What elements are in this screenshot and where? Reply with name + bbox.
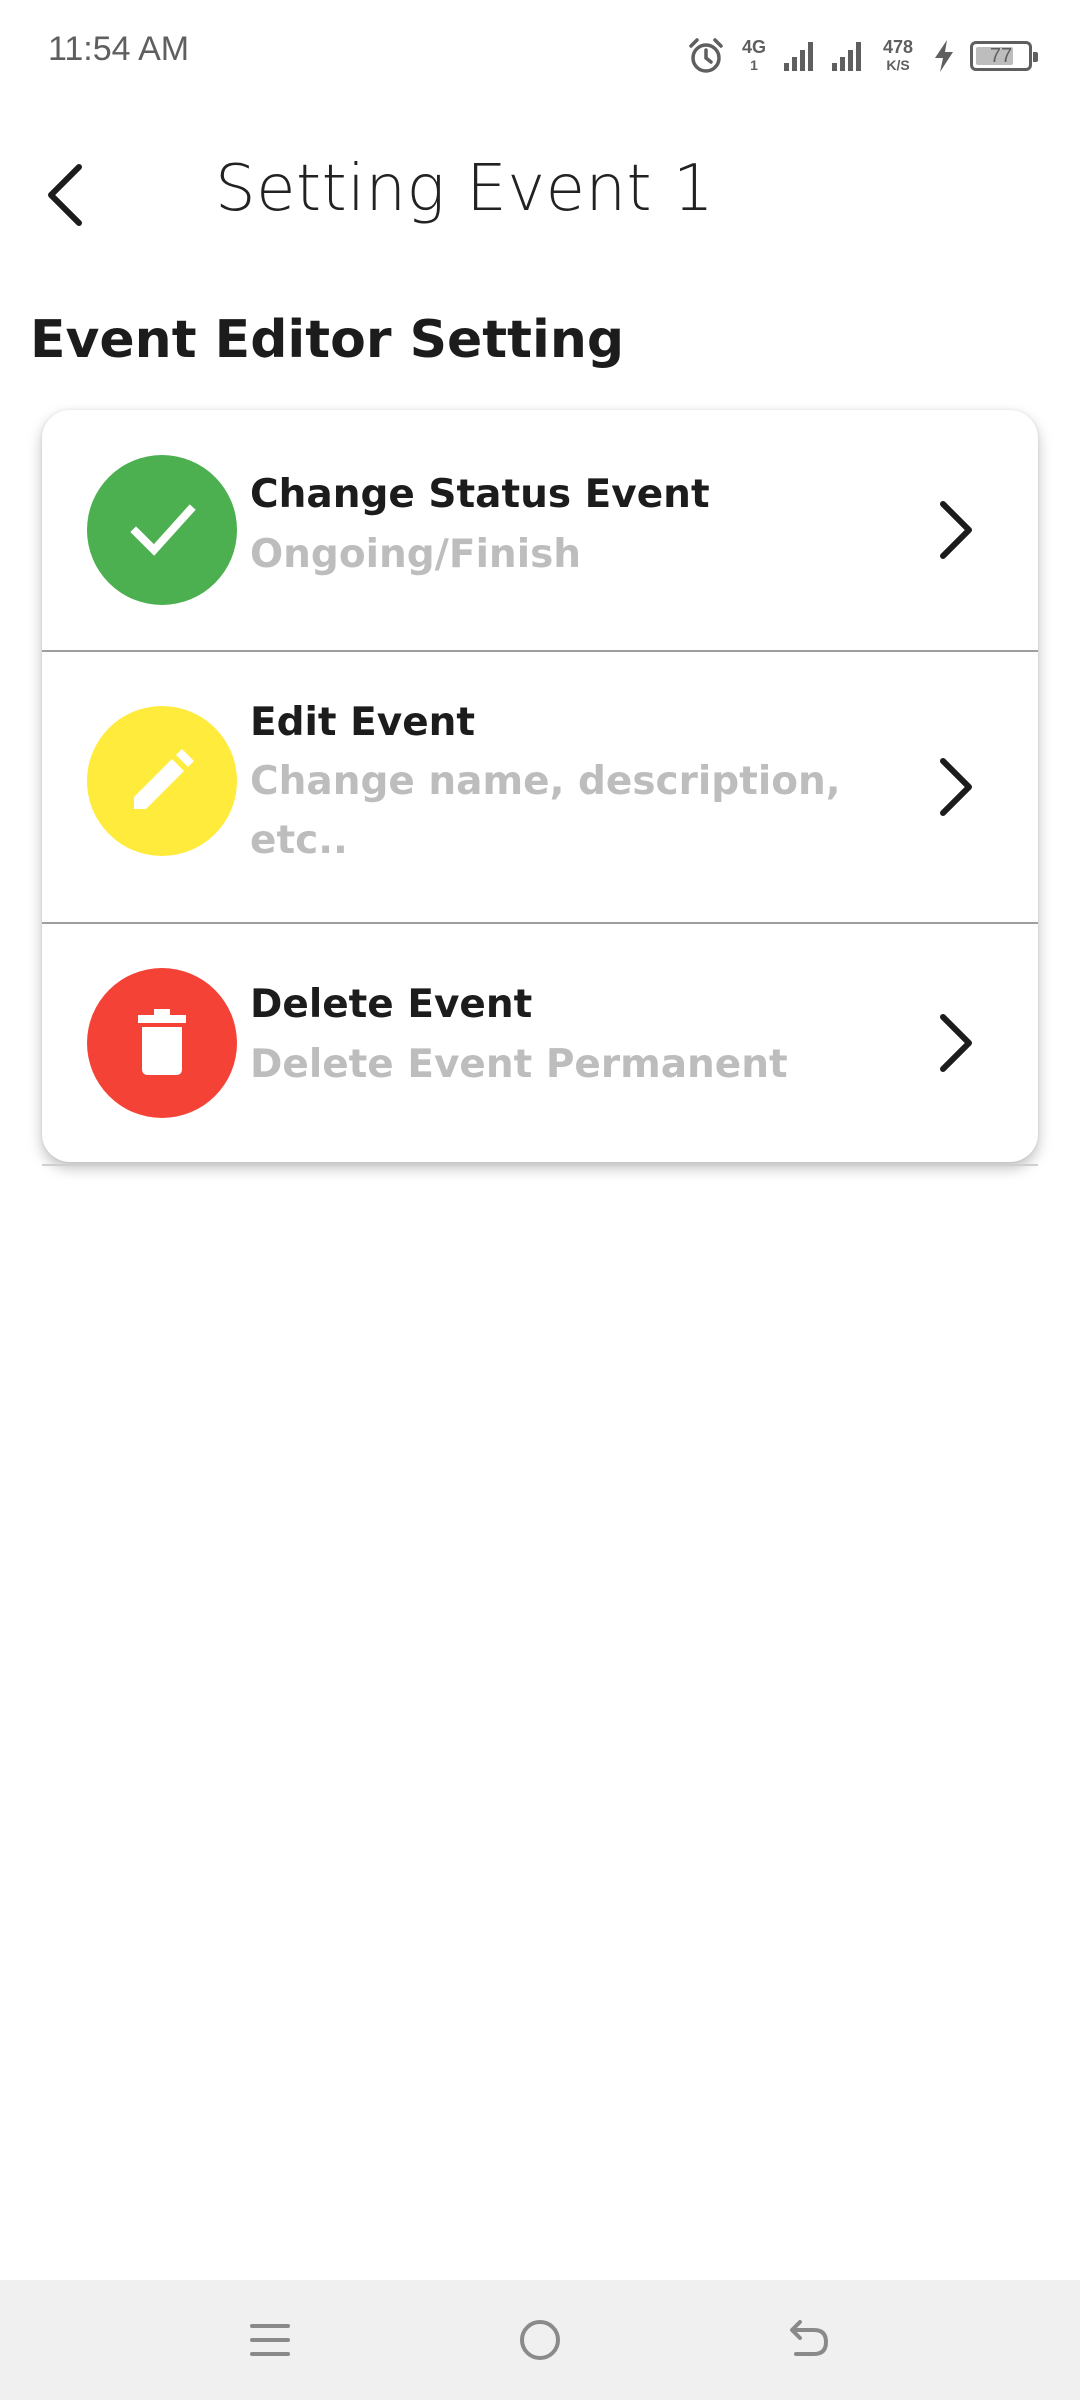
trash-icon <box>138 1009 186 1075</box>
check-icon <box>130 504 196 556</box>
item-title: Delete Event <box>250 982 533 1027</box>
pencil-icon <box>134 749 194 809</box>
speed-value: 478 <box>882 37 914 57</box>
signal-icon <box>832 42 861 71</box>
back-button[interactable] <box>30 150 100 240</box>
system-nav-bar <box>0 2280 1080 2400</box>
menu-icon <box>250 2324 290 2356</box>
chevron-right-icon <box>930 495 980 565</box>
app-header: Setting Event 1 <box>0 110 1080 280</box>
battery-level: 77 <box>989 44 1013 67</box>
signal-icon <box>784 42 813 71</box>
back-icon <box>790 2320 829 2356</box>
page-title: Setting Event 1 <box>215 152 715 226</box>
change-status-event-item[interactable]: Change Status Event Ongoing/Finish <box>42 410 1038 650</box>
item-subtitle: Change name, description, etc.. <box>250 759 841 863</box>
battery-nub <box>1033 52 1038 62</box>
menu-button[interactable] <box>240 2310 300 2370</box>
charging-icon <box>935 40 953 72</box>
status-icon-circle <box>87 455 237 605</box>
item-title: Change Status Event <box>250 472 710 517</box>
item-title: Edit Event <box>250 700 476 745</box>
speed-unit: K/S <box>886 57 910 73</box>
item-subtitle: Ongoing/Finish <box>250 532 582 577</box>
edit-icon-circle <box>87 706 237 856</box>
edit-event-item[interactable]: Edit Event Change name, description, etc… <box>42 652 1038 922</box>
event-settings-card: Change Status Event Ongoing/Finish Edit … <box>42 410 1038 1162</box>
battery-icon: 77 <box>970 41 1038 71</box>
status-bar: 11:54 AM 4G 1 478 K/S 77 <box>0 0 1080 110</box>
status-time: 11:54 AM <box>48 30 190 68</box>
delete-icon-circle <box>87 968 237 1118</box>
divider <box>42 1164 1038 1166</box>
chevron-right-icon <box>930 752 980 822</box>
home-button[interactable] <box>510 2310 570 2370</box>
back-arrow-icon <box>48 164 82 226</box>
network-type: 4G 1 <box>740 38 768 74</box>
network-type-label: 4G <box>741 37 766 57</box>
item-subtitle: Delete Event Permanent <box>250 1042 788 1087</box>
alarm-icon <box>689 38 723 73</box>
home-icon <box>520 2320 560 2360</box>
network-speed: 478 K/S <box>878 38 918 74</box>
status-icons: 4G 1 478 K/S 77 <box>686 30 1038 82</box>
network-sub-label: 1 <box>750 57 758 73</box>
section-title: Event Editor Setting <box>30 310 625 370</box>
back-nav-button[interactable] <box>778 2310 838 2370</box>
delete-event-item[interactable]: Delete Event Delete Event Permanent <box>42 924 1038 1162</box>
chevron-right-icon <box>930 1008 980 1078</box>
